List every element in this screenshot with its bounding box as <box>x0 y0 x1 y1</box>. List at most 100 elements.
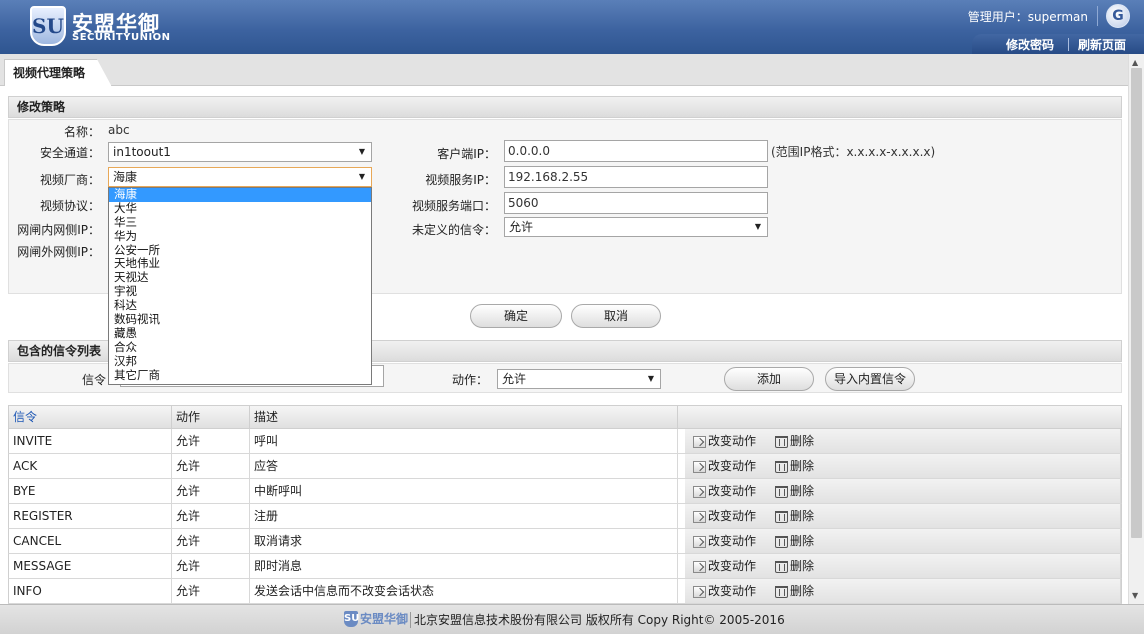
action-label: 动作： <box>451 373 488 387</box>
scroll-down-icon[interactable]: ▼ <box>1132 591 1138 600</box>
link-divider <box>1068 38 1069 51</box>
table-row: BYE 允许 中断呼叫 改变动作 删除 <box>8 479 1122 504</box>
action-select-value: 允许 <box>502 372 527 386</box>
vendor-option[interactable]: 数码视讯 <box>109 312 371 327</box>
trash-icon <box>775 460 788 473</box>
action-select[interactable]: 允许 ▼ <box>497 369 661 389</box>
logout-icon[interactable]: G <box>1106 4 1130 28</box>
table-row: INFO 允许 发送会话中信息而不改变会话状态 改变动作 删除 <box>8 579 1122 604</box>
signal-table: 信令 动作 描述 INVITE 允许 呼叫 改变动作 删除 ACK 允许 应答 改变动作 删除 BY… <box>8 405 1122 604</box>
vendor-select[interactable]: 海康 ▼ <box>108 167 372 187</box>
server-port-input[interactable]: 5060 <box>504 192 768 214</box>
vendor-option[interactable]: 藏愚 <box>109 326 371 341</box>
delete-button[interactable]: 删除 <box>775 558 814 574</box>
vendor-dropdown-list[interactable]: 海康 大华 华三 华为 公安一所 天地伟业 天视达 宇视 科达 数码视讯 藏愚 合众 汉邦 其它厂商 <box>108 187 372 385</box>
cancel-button[interactable]: 取消 <box>571 304 661 328</box>
app-header: SU 安盟华御 SECURITYUNION 管理用户：superman G 修改… <box>0 0 1144 54</box>
change-password-link[interactable]: 修改密码 <box>1006 36 1054 53</box>
undefined-cmd-label: 未定义的信令： <box>411 223 496 237</box>
import-builtin-signals-button[interactable]: 导入内置信令 <box>825 367 915 391</box>
table-row: MESSAGE 允许 即时消息 改变动作 删除 <box>8 554 1122 579</box>
delete-button[interactable]: 删除 <box>775 533 814 549</box>
table-row: INVITE 允许 呼叫 改变动作 删除 <box>8 429 1122 454</box>
add-signal-button[interactable]: 添加 <box>724 367 814 391</box>
client-ip-label: 客户端IP： <box>437 147 496 161</box>
channel-label: 安全通道： <box>39 146 100 160</box>
vendor-option[interactable]: 汉邦 <box>109 354 371 369</box>
cell-action: 允许 <box>172 454 250 478</box>
current-user: 管理用户：superman <box>967 10 1088 24</box>
name-value: abc <box>108 123 130 137</box>
vendor-option[interactable]: 天地伟业 <box>109 257 371 271</box>
edit-icon <box>693 585 706 598</box>
confirm-button[interactable]: 确定 <box>470 304 562 328</box>
protocol-label: 视频协议： <box>39 199 100 213</box>
chevron-down-icon: ▼ <box>647 374 654 383</box>
change-action-label: 改变动作 <box>708 434 757 448</box>
tab-video-proxy-policy[interactable]: 视频代理策略 <box>4 59 113 87</box>
delete-button[interactable]: 删除 <box>775 433 814 449</box>
change-action-label: 改变动作 <box>708 559 757 573</box>
change-action-button[interactable]: 改变动作 <box>693 558 756 574</box>
change-action-button[interactable]: 改变动作 <box>693 533 756 549</box>
server-ip-input[interactable]: 192.168.2.55 <box>504 166 768 188</box>
footer-logo: SU安盟华御 <box>344 610 408 628</box>
delete-button[interactable]: 删除 <box>775 583 814 599</box>
scroll-thumb[interactable] <box>1131 68 1142 538</box>
delete-label: 删除 <box>790 509 815 523</box>
delete-label: 删除 <box>790 534 815 548</box>
refresh-page-link[interactable]: 刷新页面 <box>1078 36 1126 53</box>
change-action-button[interactable]: 改变动作 <box>693 458 756 474</box>
cell-operations: 改变动作 删除 <box>685 504 1121 528</box>
vendor-option[interactable]: 华三 <box>109 215 371 230</box>
cell-description: 取消请求 <box>250 529 678 553</box>
cell-operations: 改变动作 删除 <box>685 579 1121 603</box>
footer-divider <box>410 612 411 628</box>
vendor-option[interactable]: 科达 <box>109 298 371 313</box>
cell-operations: 改变动作 删除 <box>685 454 1121 478</box>
chevron-down-icon: ▼ <box>754 222 761 231</box>
change-action-label: 改变动作 <box>708 509 757 523</box>
vendor-option[interactable]: 宇视 <box>109 284 371 299</box>
vendor-option[interactable]: 华为 <box>109 229 371 244</box>
change-action-button[interactable]: 改变动作 <box>693 508 756 524</box>
table-body: INVITE 允许 呼叫 改变动作 删除 ACK 允许 应答 改变动作 删除 BYE 允许 中断呼叫 改变… <box>8 429 1122 604</box>
channel-select[interactable]: in1toout1 ▼ <box>108 142 372 162</box>
vendor-option[interactable]: 大华 <box>109 201 371 216</box>
undefined-cmd-select[interactable]: 允许 ▼ <box>504 217 768 237</box>
server-port-label: 视频服务端口： <box>411 199 496 213</box>
cell-operations: 改变动作 删除 <box>685 554 1121 578</box>
delete-button[interactable]: 删除 <box>775 483 814 499</box>
scroll-up-icon[interactable]: ▲ <box>1132 58 1138 67</box>
delete-label: 删除 <box>790 459 815 473</box>
cell-action: 允许 <box>172 554 250 578</box>
gap-outer-ip-label: 网闸外网侧IP： <box>17 245 100 259</box>
cell-description: 发送会话中信息而不改变会话状态 <box>250 579 678 603</box>
cell-description: 注册 <box>250 504 678 528</box>
trash-icon <box>775 435 788 448</box>
edit-icon <box>693 435 706 448</box>
vendor-option[interactable]: 海康 <box>109 188 371 202</box>
cell-operations: 改变动作 删除 <box>685 429 1121 453</box>
change-action-button[interactable]: 改变动作 <box>693 483 756 499</box>
vendor-option[interactable]: 合众 <box>109 340 371 355</box>
delete-button[interactable]: 删除 <box>775 458 814 474</box>
trash-icon <box>775 535 788 548</box>
cell-description: 即时消息 <box>250 554 678 578</box>
vendor-option[interactable]: 公安一所 <box>109 243 371 258</box>
cell-operations: 改变动作 删除 <box>685 479 1121 503</box>
signal-label: 信令 <box>81 373 106 387</box>
cell-signal: ACK <box>9 454 172 478</box>
client-ip-input[interactable]: 0.0.0.0 <box>504 140 768 162</box>
change-action-button[interactable]: 改变动作 <box>693 583 756 599</box>
table-row: CANCEL 允许 取消请求 改变动作 删除 <box>8 529 1122 554</box>
vendor-option[interactable]: 其它厂商 <box>109 368 371 383</box>
brand-logo: SU 安盟华御 SECURITYUNION <box>30 6 170 48</box>
page-scrollbar[interactable]: ▲ ▼ <box>1128 54 1144 604</box>
cell-signal: INVITE <box>9 429 172 453</box>
vendor-option[interactable]: 天视达 <box>109 270 371 285</box>
change-action-button[interactable]: 改变动作 <box>693 433 756 449</box>
column-header-signal[interactable]: 信令 <box>9 406 172 428</box>
delete-button[interactable]: 删除 <box>775 508 814 524</box>
footer-logo-icon: SU <box>344 610 359 627</box>
